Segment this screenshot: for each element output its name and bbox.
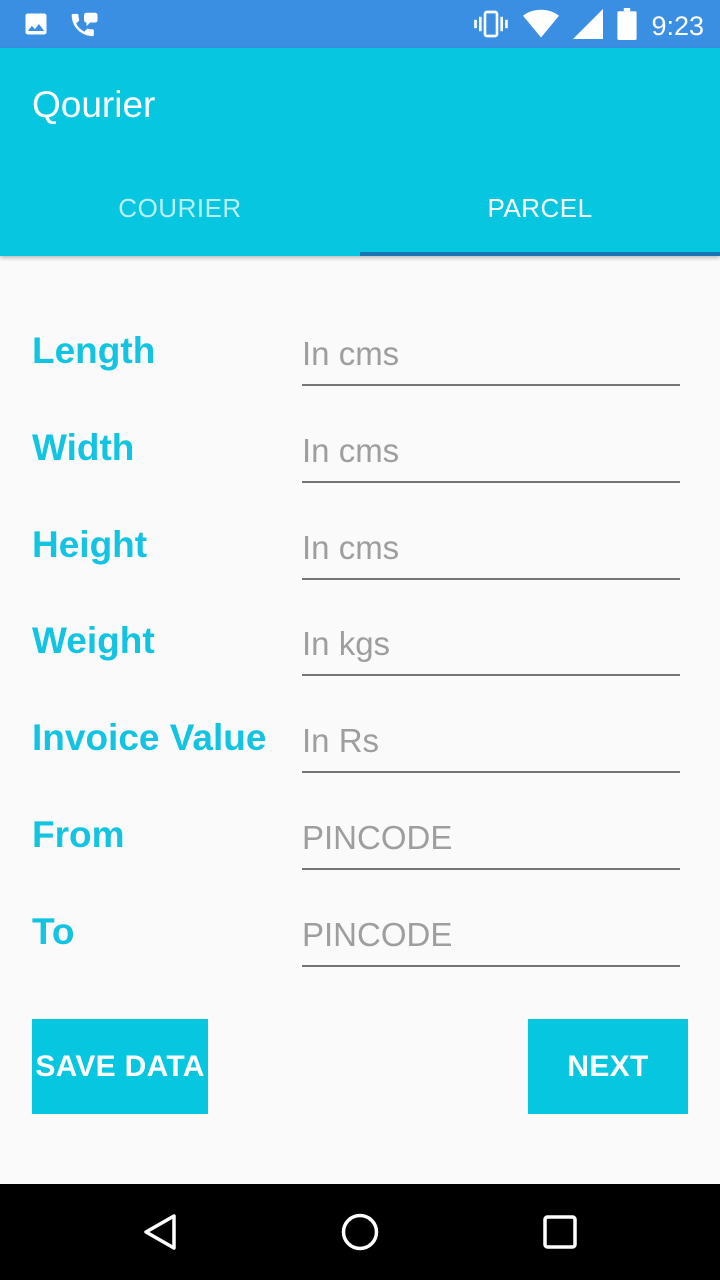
weight-input[interactable]	[302, 620, 680, 676]
vibrate-icon	[473, 9, 509, 44]
to-row: To	[0, 911, 720, 1007]
status-left-icons	[22, 10, 100, 45]
status-bar: 9:23	[0, 0, 720, 48]
height-input[interactable]	[302, 524, 680, 580]
status-right-icons: 9:23	[473, 8, 704, 45]
to-label: To	[32, 911, 75, 952]
length-input[interactable]	[302, 330, 680, 386]
from-pincode-input[interactable]	[302, 814, 680, 870]
phone-chat-icon	[68, 10, 100, 45]
image-icon	[22, 10, 50, 45]
app-bar: Qourier COURIER PARCEL	[0, 48, 720, 256]
from-row: From	[0, 814, 720, 910]
width-row: Width	[0, 427, 720, 523]
app-title: Qourier	[32, 84, 156, 125]
next-button[interactable]: NEXT	[528, 1019, 688, 1114]
from-label: From	[32, 814, 125, 855]
length-label: Length	[32, 330, 156, 371]
wifi-icon	[523, 9, 560, 44]
invoice-value-row: Invoice Value	[0, 717, 720, 813]
signal-icon	[573, 9, 604, 44]
weight-label: Weight	[32, 620, 155, 661]
height-row: Height	[0, 524, 720, 620]
to-pincode-input[interactable]	[302, 911, 680, 967]
tab-parcel[interactable]: PARCEL	[360, 160, 720, 256]
recents-icon[interactable]	[536, 1208, 584, 1256]
navigation-bar	[0, 1184, 720, 1280]
weight-row: Weight	[0, 620, 720, 716]
width-label: Width	[32, 427, 135, 468]
tab-indicator	[360, 252, 720, 256]
width-input[interactable]	[302, 427, 680, 483]
tab-bar: COURIER PARCEL	[0, 160, 720, 256]
invoice-value-input[interactable]	[302, 717, 680, 773]
battery-icon	[617, 8, 638, 45]
invoice-value-label: Invoice Value	[32, 717, 267, 758]
save-data-button[interactable]: SAVE DATA	[32, 1019, 208, 1114]
height-label: Height	[32, 524, 148, 565]
status-time: 9:23	[651, 11, 704, 41]
home-icon[interactable]	[336, 1208, 384, 1256]
tab-courier[interactable]: COURIER	[0, 160, 360, 256]
back-icon[interactable]	[136, 1208, 184, 1256]
length-row: Length	[0, 330, 720, 426]
